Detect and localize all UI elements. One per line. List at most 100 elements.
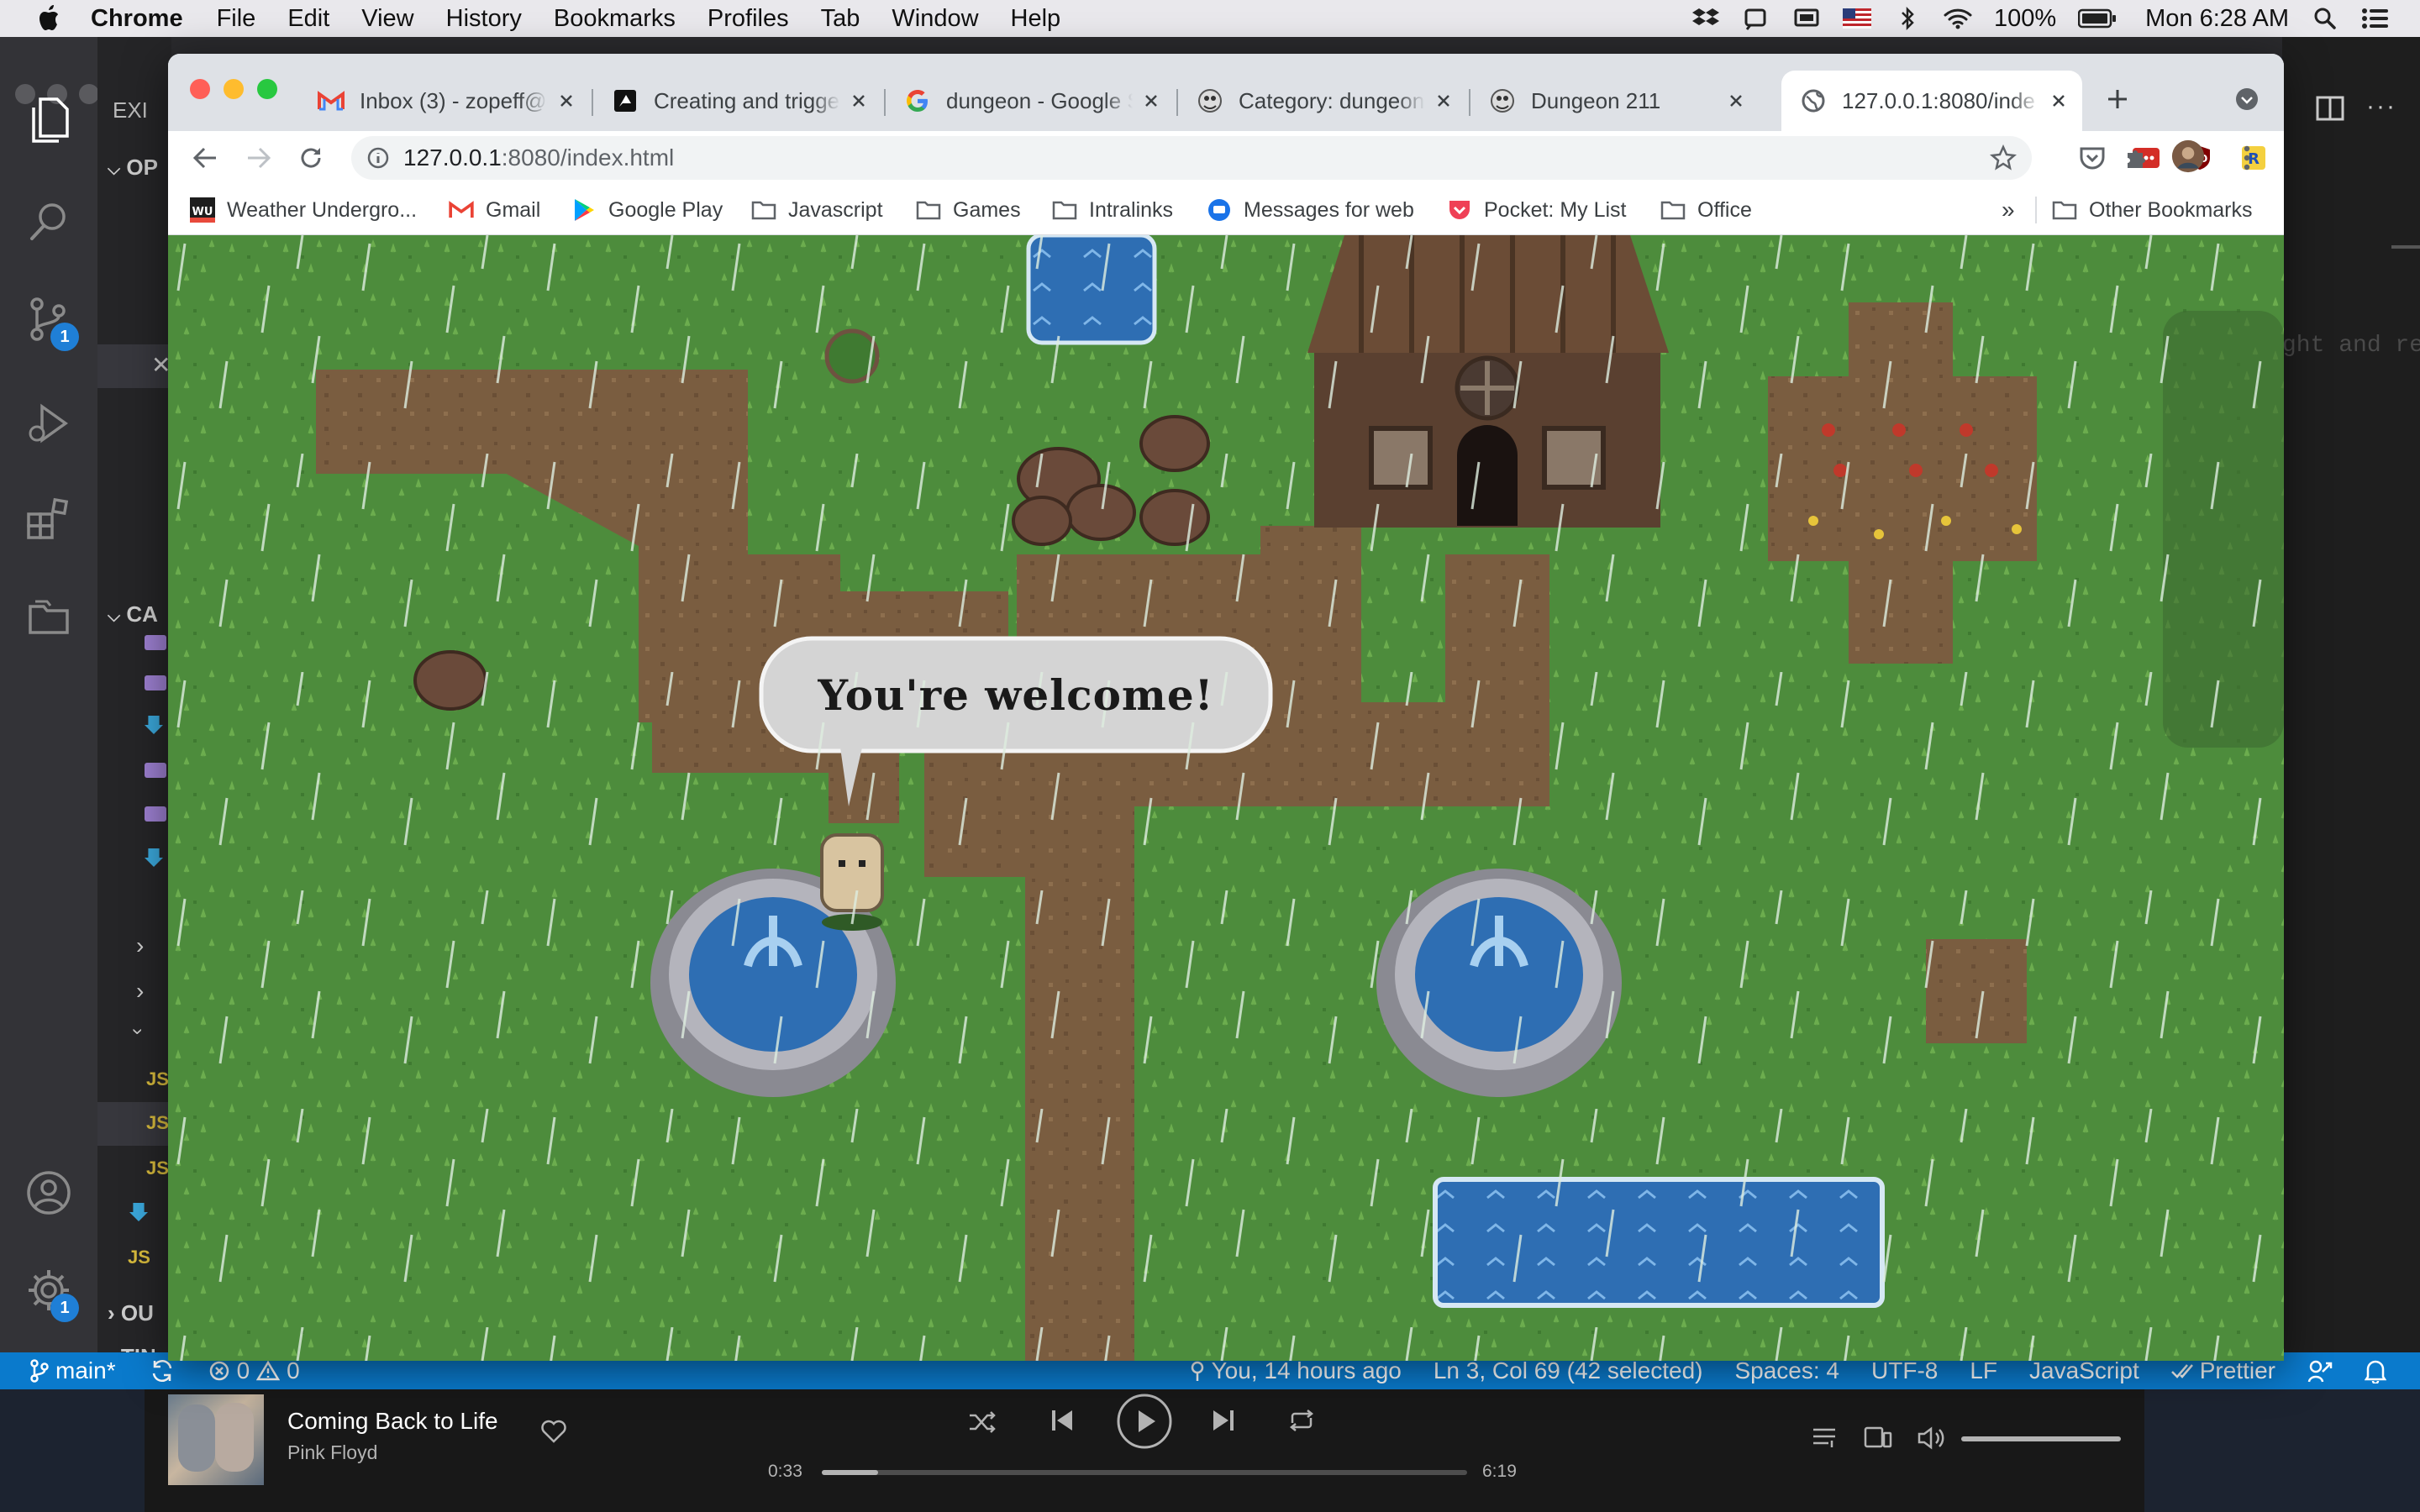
album-art[interactable] — [168, 1394, 264, 1485]
notifications-bell-icon[interactable] — [2365, 1358, 2386, 1383]
download-file-icon[interactable] — [145, 716, 163, 734]
section-outline[interactable]: › OU — [108, 1300, 154, 1326]
bookmark-google-play[interactable]: Google Play — [571, 185, 723, 235]
cursor-position[interactable]: Ln 3, Col 69 (42 selected) — [1434, 1357, 1703, 1384]
split-editor-icon[interactable] — [2316, 96, 2344, 121]
bookmark-pocket[interactable]: Pocket: My List — [1447, 185, 1627, 235]
git-branch[interactable]: main* — [30, 1357, 116, 1384]
image-file-icon[interactable] — [145, 675, 166, 690]
chevron-down-icon[interactable]: › — [126, 1028, 150, 1035]
prettier-status[interactable]: Prettier — [2170, 1357, 2275, 1384]
accounts-icon[interactable] — [24, 1168, 74, 1218]
spotlight-search-icon[interactable] — [2311, 7, 2339, 30]
menu-app-chrome[interactable]: Chrome — [91, 5, 183, 33]
tab-localhost[interactable]: 127.0.0.1:8080/inde — [1781, 71, 2082, 131]
notification-icon[interactable] — [1742, 7, 1770, 30]
volume-icon[interactable] — [1918, 1426, 1948, 1450]
apple-icon[interactable] — [35, 4, 60, 33]
run-debug-icon[interactable] — [24, 398, 74, 449]
vscode-zoom-dot[interactable] — [79, 84, 99, 104]
bookmark-gmail[interactable]: Gmail — [449, 185, 540, 235]
settings-gear-icon[interactable]: 1 — [24, 1265, 79, 1322]
window-close-button[interactable] — [190, 79, 210, 99]
encoding[interactable]: UTF-8 — [1871, 1357, 1938, 1384]
reload-icon[interactable] — [294, 141, 328, 175]
tab-search-icon[interactable] — [2230, 82, 2264, 116]
menu-help[interactable]: Help — [1011, 5, 1061, 33]
editor-text-fragment[interactable]: ght and re — [2282, 333, 2420, 359]
tab-gmail[interactable]: Inbox (3) - zopeff@g — [299, 71, 590, 131]
profile-avatar[interactable] — [2171, 139, 2205, 173]
extensions-puzzle-icon[interactable] — [2119, 141, 2153, 175]
image-file-icon[interactable] — [145, 806, 166, 822]
selected-file-row[interactable]: JS — [97, 1102, 171, 1146]
pocket-extension-icon[interactable] — [2075, 141, 2109, 175]
song-artist[interactable]: Pink Floyd — [287, 1441, 377, 1464]
site-info-icon[interactable] — [366, 146, 390, 170]
window-minimize-button[interactable] — [224, 79, 244, 99]
tab-dungeon-211[interactable]: Dungeon 211 — [1470, 71, 1760, 131]
menu-window[interactable]: Window — [892, 5, 978, 33]
language-mode[interactable]: JavaScript — [2029, 1357, 2139, 1384]
wifi-icon[interactable] — [1944, 7, 1972, 30]
tab-close-icon[interactable] — [1139, 89, 1163, 113]
source-control-icon[interactable]: 1 — [24, 294, 79, 351]
volume-slider[interactable] — [1961, 1436, 2121, 1441]
forward-arrow-icon[interactable] — [242, 141, 276, 175]
bookmark-folder-office[interactable]: Office — [1660, 185, 1752, 235]
end-of-line[interactable]: LF — [1970, 1357, 1997, 1384]
menu-file[interactable]: File — [217, 5, 256, 33]
tab-close-icon[interactable] — [1724, 89, 1748, 113]
other-bookmarks[interactable]: Other Bookmarks — [2052, 185, 2253, 235]
indentation[interactable]: Spaces: 4 — [1734, 1357, 1839, 1384]
download-file-icon[interactable] — [145, 848, 163, 867]
window-zoom-button[interactable] — [257, 79, 277, 99]
dropbox-icon[interactable] — [1691, 7, 1720, 30]
feedback-icon[interactable] — [2307, 1358, 2333, 1383]
game-canvas[interactable]: You're welcome! — [168, 235, 2284, 1361]
display-icon[interactable] — [1792, 7, 1821, 30]
song-title[interactable]: Coming Back to Life — [287, 1408, 498, 1435]
menu-bookmarks[interactable]: Bookmarks — [554, 5, 676, 33]
previous-track-icon[interactable] — [1050, 1408, 1074, 1433]
image-file-icon[interactable] — [145, 763, 166, 778]
queue-icon[interactable] — [1812, 1426, 1837, 1450]
back-arrow-icon[interactable] — [188, 141, 222, 175]
chevron-right-icon[interactable]: › — [136, 978, 144, 1005]
menu-profiles[interactable]: Profiles — [708, 5, 789, 33]
bookmark-star-icon[interactable] — [1990, 144, 2017, 171]
chevron-right-icon[interactable]: › — [136, 932, 144, 959]
sync-icon[interactable] — [150, 1358, 175, 1383]
bookmark-weather-underground[interactable]: WU Weather Undergro... — [190, 185, 417, 235]
tab-close-icon[interactable] — [2047, 89, 2070, 113]
search-icon[interactable] — [24, 197, 74, 247]
new-tab-button[interactable] — [2097, 79, 2138, 119]
menu-history[interactable]: History — [446, 5, 522, 33]
bookmark-messages-for-web[interactable]: Messages for web — [1207, 185, 1414, 235]
js-file-icon[interactable]: JS — [146, 1158, 169, 1179]
chrome-menu-icon[interactable] — [2230, 141, 2264, 175]
tab-close-icon[interactable] — [1432, 89, 1455, 113]
next-track-icon[interactable] — [1212, 1408, 1235, 1433]
js-file-icon[interactable]: JS — [128, 1247, 150, 1268]
tab-close-icon[interactable] — [847, 89, 871, 113]
control-center-icon[interactable] — [2361, 7, 2390, 30]
menubar-clock[interactable]: Mon 6:28 AM — [2145, 5, 2289, 33]
menu-edit[interactable]: Edit — [287, 5, 329, 33]
tab-category-dungeon[interactable]: Category: dungeon — [1178, 71, 1467, 131]
selected-open-editor[interactable]: ✕ — [97, 344, 171, 388]
like-heart-icon[interactable] — [541, 1420, 566, 1443]
git-blame[interactable]: You, 14 hours ago — [1190, 1357, 1402, 1384]
explorer-icon[interactable] — [24, 96, 74, 146]
bluetooth-icon[interactable] — [1893, 6, 1922, 31]
tab-google-search[interactable]: dungeon - Google Se — [886, 71, 1175, 131]
shuffle-icon[interactable] — [968, 1410, 997, 1435]
more-actions-icon[interactable]: ··· — [2366, 92, 2396, 121]
bookmark-folder-intralinks[interactable]: Intralinks — [1052, 185, 1173, 235]
menu-tab[interactable]: Tab — [821, 5, 860, 33]
bookmark-folder-games[interactable]: Games — [916, 185, 1021, 235]
progress-bar[interactable] — [822, 1470, 1467, 1475]
folders-icon[interactable] — [24, 591, 74, 642]
battery-icon[interactable] — [2078, 7, 2117, 30]
us-flag-icon[interactable] — [1842, 7, 1871, 30]
